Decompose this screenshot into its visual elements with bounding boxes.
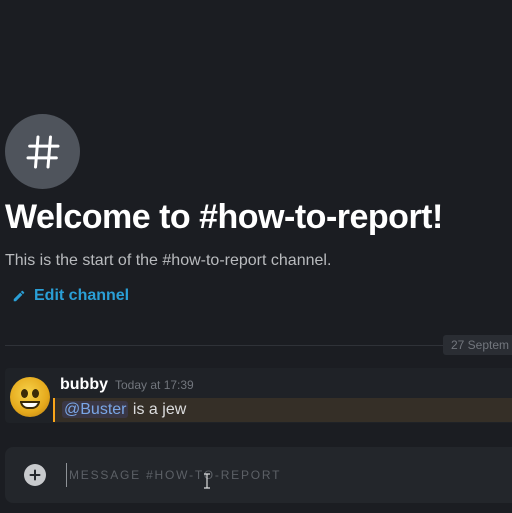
message-header: bubby Today at 17:39 — [60, 376, 194, 394]
avatar-mouth — [20, 401, 40, 409]
pencil-icon — [13, 290, 25, 302]
message-content: @Buster is a jew — [62, 401, 186, 419]
message-composer — [5, 447, 512, 503]
user-mention[interactable]: @Buster — [62, 401, 129, 418]
message-input[interactable] — [66, 463, 512, 487]
attach-button[interactable] — [24, 464, 46, 486]
edit-channel-label: Edit channel — [34, 287, 130, 304]
avatar-eye-right — [32, 389, 39, 398]
author-name[interactable]: bubby — [60, 376, 108, 394]
chat-view: Welcome to #how-to-report! This is the s… — [0, 0, 512, 513]
message-text: is a jew — [128, 401, 187, 418]
plus-circle-icon — [29, 469, 41, 481]
hash-icon — [26, 135, 59, 168]
date-divider — [5, 345, 512, 346]
welcome-subtitle: This is the start of the #how-to-report … — [5, 252, 332, 269]
message-item[interactable]: bubby Today at 17:39 @Buster is a jew — [5, 368, 512, 423]
channel-hash-badge — [5, 114, 80, 189]
avatar-eye-left — [21, 389, 28, 398]
text-cursor-icon — [204, 473, 210, 489]
welcome-title: Welcome to #how-to-report! — [5, 198, 443, 236]
edit-channel-button[interactable]: Edit channel — [12, 287, 129, 305]
date-divider-label: 27 Septem — [443, 335, 512, 355]
avatar[interactable] — [10, 377, 50, 417]
message-timestamp: Today at 17:39 — [115, 378, 194, 392]
